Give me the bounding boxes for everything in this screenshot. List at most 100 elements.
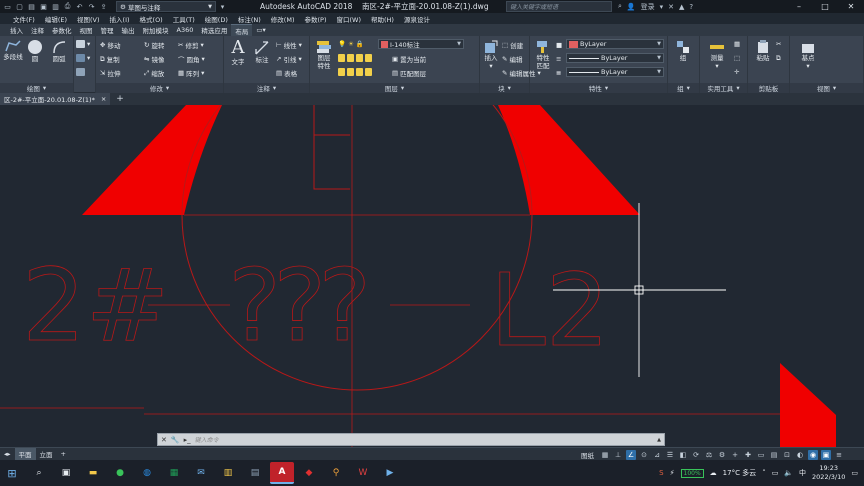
linetype-dropdown[interactable]: ByLayer ▼ xyxy=(566,53,664,63)
tangent-icon[interactable]: ◆ xyxy=(297,462,321,484)
paste-button[interactable]: 粘贴 xyxy=(752,40,774,62)
add-layout-button[interactable]: + xyxy=(57,448,70,460)
units-icon[interactable]: ▭ xyxy=(756,450,766,460)
menu-file[interactable]: 文件(F) xyxy=(8,14,40,24)
layer-isolate-icon[interactable] xyxy=(347,54,354,62)
layer-properties-button[interactable]: 图层 特性 xyxy=(313,40,335,70)
move-button[interactable]: ✥ 移动 xyxy=(100,40,120,50)
view-panel-title[interactable]: 视图 ▾ xyxy=(790,83,863,93)
copy-button[interactable]: ⧉ 复制 xyxy=(100,54,120,65)
menu-format[interactable]: 格式(O) xyxy=(135,14,168,24)
edit-block-button[interactable]: ✎ 编辑 xyxy=(502,54,522,64)
match-layer-button[interactable]: ▤ 匹配图层 xyxy=(392,68,426,78)
isolate-objects-icon[interactable]: ◐ xyxy=(795,450,805,460)
select-all-icon[interactable]: ⬚ xyxy=(734,54,740,62)
menu-window[interactable]: 窗口(W) xyxy=(331,14,366,24)
close-icon[interactable]: ✕ xyxy=(838,0,864,13)
copy-clip-icon[interactable]: ⧉ xyxy=(776,54,781,63)
customize-status-icon[interactable]: ≡ xyxy=(834,450,844,460)
properties-panel-title[interactable]: 特性 ▾ xyxy=(530,83,667,93)
print-icon[interactable]: ⎙ xyxy=(62,2,73,12)
menu-modify[interactable]: 修改(M) xyxy=(266,14,300,24)
video-icon[interactable]: ▶ xyxy=(378,462,402,484)
annotation-panel-title[interactable]: 注释 ▾ xyxy=(224,83,309,93)
drawing-text-l2[interactable]: L2 xyxy=(490,252,610,370)
redo-icon[interactable]: ↷ xyxy=(86,2,97,12)
hardware-accel-icon[interactable]: ◉ xyxy=(808,449,818,460)
layer-on-icon[interactable] xyxy=(338,68,345,76)
tab-annotate[interactable]: 注释 xyxy=(27,24,48,36)
drawing-text-question[interactable]: ??? xyxy=(228,247,374,365)
layer-thaw-icon[interactable] xyxy=(356,68,363,76)
dimension-button[interactable]: 标注 xyxy=(252,40,272,64)
battery-icon[interactable]: ⚡ xyxy=(670,469,675,477)
network-icon[interactable]: ▭ xyxy=(772,469,779,477)
search-input[interactable]: 键入关键字或短语 xyxy=(506,1,612,12)
tab-addins[interactable]: 附加模块 xyxy=(139,24,173,36)
wps-icon[interactable]: W xyxy=(351,462,375,484)
polyline-button[interactable]: 多段线 xyxy=(2,39,24,61)
leader-button[interactable]: ↗ 引线 ▾ xyxy=(276,54,302,64)
save-icon[interactable]: ▣ xyxy=(38,2,49,12)
tab-manage[interactable]: 管理 xyxy=(97,24,118,36)
linear-button[interactable]: ⊢ 线性 ▾ xyxy=(276,40,302,50)
wechat-icon[interactable]: ● xyxy=(108,462,132,484)
weather-text[interactable]: 17°C 多云 xyxy=(723,468,757,478)
workspace-selector[interactable]: ⚙ 草图与注释 ▼ xyxy=(116,1,216,12)
menu-tools[interactable]: 工具(T) xyxy=(168,14,200,24)
tab-featured-apps[interactable]: 精选应用 xyxy=(197,24,231,36)
menu-dimension[interactable]: 标注(N) xyxy=(233,14,266,24)
close-icon[interactable]: × xyxy=(101,95,106,103)
fillet-button[interactable]: ⌒ 圆角 ▾ xyxy=(178,54,205,64)
chevron-up-icon[interactable]: ˄ xyxy=(762,469,766,477)
layer-lock-icon[interactable] xyxy=(365,54,372,62)
table-button[interactable]: ▤ 表格 xyxy=(276,68,297,78)
undo-icon[interactable]: ↶ xyxy=(74,2,85,12)
layer-unlock-icon[interactable] xyxy=(365,68,372,76)
rotate-button[interactable]: ↻ 旋转 xyxy=(144,40,164,50)
menu-help[interactable]: 帮助(H) xyxy=(366,14,399,24)
paper-space-label[interactable]: 图纸 xyxy=(578,450,597,460)
maximize-icon[interactable]: □ xyxy=(812,0,838,13)
tab-layout[interactable]: 布局 xyxy=(231,24,253,36)
menu-plugin[interactable]: 源泉设计 xyxy=(399,14,435,24)
layer-freeze-icon[interactable] xyxy=(356,54,363,62)
scale-button[interactable]: ⤢ 缩放 xyxy=(144,68,164,79)
user-icon[interactable]: 👤 xyxy=(627,3,636,11)
plus-icon[interactable]: + xyxy=(730,450,740,460)
menu-edit[interactable]: 编辑(E) xyxy=(40,14,72,24)
red-hatch-bottom-right[interactable] xyxy=(780,363,836,447)
document-tab[interactable]: 区-2#-平立面-20.01.08-Z(1)* × xyxy=(0,93,111,105)
chevron-down-icon[interactable]: ▾ xyxy=(660,3,664,11)
array-button[interactable]: ▦ 阵列 ▾ xyxy=(178,68,204,78)
a360-icon[interactable]: ▲ xyxy=(679,3,684,11)
layers-panel-title[interactable]: 图层 ▾ xyxy=(310,83,479,93)
minimize-icon[interactable]: – xyxy=(786,0,812,13)
task-view-icon[interactable]: ▣ xyxy=(54,462,78,484)
windows-start-icon[interactable]: ⊞ xyxy=(0,462,24,484)
trim-button[interactable]: ✂ 修剪 ▾ xyxy=(178,40,204,50)
rectangle-tool-icon[interactable] xyxy=(76,68,85,76)
ribbon-options-icon[interactable]: ▭▾ xyxy=(252,24,269,36)
edge-icon[interactable]: ◍ xyxy=(135,462,159,484)
layout-tab-elevation[interactable]: 立面 xyxy=(36,448,57,460)
chevron-up-icon[interactable]: ▲ xyxy=(657,437,661,443)
menu-parametric[interactable]: 参数(P) xyxy=(299,14,331,24)
grid-icon[interactable]: ▦ xyxy=(600,450,610,460)
new-tab-button[interactable]: + xyxy=(116,94,124,104)
exchange-icon[interactable]: ✕ xyxy=(668,3,674,11)
id-point-icon[interactable]: ✛ xyxy=(734,68,739,76)
quick-properties-icon[interactable]: ▤ xyxy=(769,450,779,460)
text-button[interactable]: A 文字 xyxy=(228,38,248,67)
lock-ui-icon[interactable]: ⊡ xyxy=(782,450,792,460)
lineweight-dropdown[interactable]: ByLayer ▼ xyxy=(566,67,664,77)
layer-unisolate-icon[interactable] xyxy=(347,68,354,76)
measure-button[interactable]: 测量 ▾ xyxy=(704,40,730,70)
mail-icon[interactable]: ✉ xyxy=(189,462,213,484)
ime-icon[interactable]: 中 xyxy=(799,468,806,478)
color-dropdown[interactable]: ByLayer ▼ xyxy=(566,39,664,49)
drawing-text-2hash[interactable]: 2# xyxy=(22,247,170,365)
red-hatch-left[interactable] xyxy=(82,105,222,215)
annotation-scale-icon[interactable]: ⚖ xyxy=(704,450,714,460)
lock-icon[interactable]: 🔒 xyxy=(356,40,364,48)
